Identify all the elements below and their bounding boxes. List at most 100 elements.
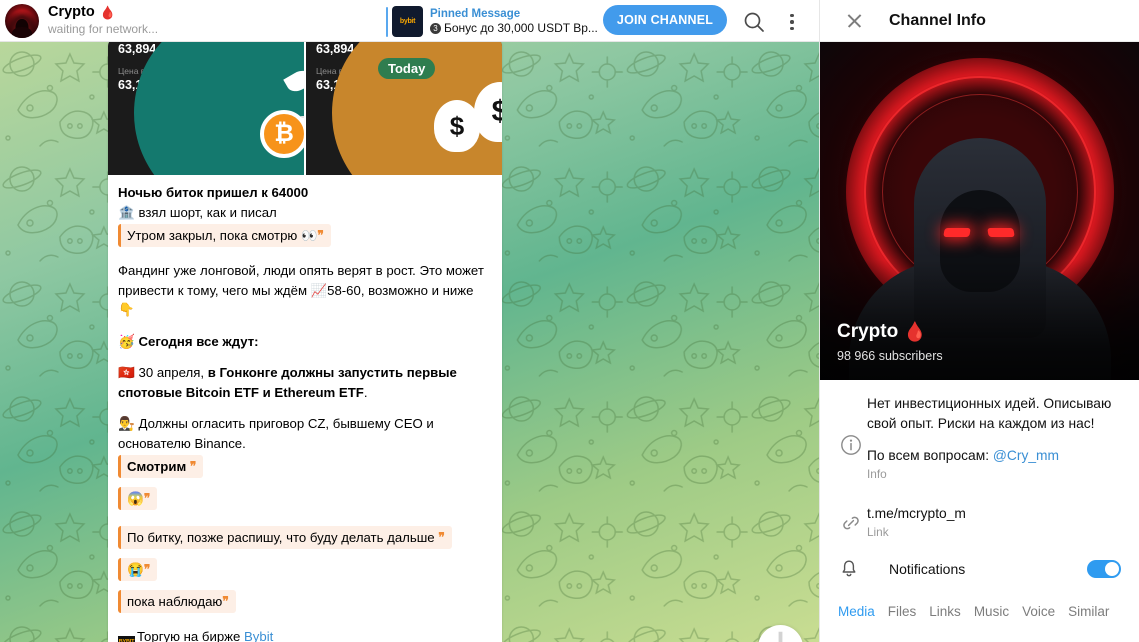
info-row-label: Info (867, 467, 887, 481)
message-short-line: 🏦 взял шорт, как и писал (118, 203, 492, 223)
message-title: Ночью биток пришел к 64000 (118, 185, 309, 200)
bullet-hk-date: 30 апреля, (138, 365, 205, 380)
media-card-1[interactable]: 63,894.50 Цена выхода 63,180.20 ₿ (108, 42, 304, 175)
join-channel-button[interactable]: JOIN CHANNEL (603, 5, 727, 35)
quote-btc-wrap: По битку, позже распишу, что буду делать… (118, 524, 492, 551)
hongkong-flag-icon: 🇭🇰 (118, 365, 135, 380)
bybit-logo-text: bybit (399, 18, 416, 25)
quote-observe-wrap: пока наблюдаю❞ (118, 588, 492, 615)
message-bullet-cz: 👨‍⚖️ Должны огласить приговор CZ, бывшем… (118, 414, 492, 453)
judge-icon: 👨‍⚖️ (118, 416, 135, 431)
bullet-hk-period: . (363, 384, 368, 400)
scroll-to-bottom-button[interactable] (758, 625, 803, 642)
info-panel-tabs: Media Files Links Music Voice Similar (820, 590, 1139, 627)
info-row-link[interactable]: t.me/mcrypto_m Link (820, 490, 1139, 548)
contact-username-link[interactable]: @Cry_mm (993, 448, 1059, 463)
message-bubble[interactable]: 63,894.50 Цена выхода 63,180.20 ₿ 63,894… (108, 42, 502, 642)
avatar[interactable] (5, 3, 39, 38)
more-vertical-icon[interactable] (780, 9, 804, 35)
pinned-preview: Бонус до 30,000 USDT Вр... (444, 21, 598, 35)
quote-cry-wrap: 😭❞ (118, 556, 492, 583)
media-exit-label: Цена выхода (316, 66, 368, 76)
telegram-window: Crypto 🩸 waiting for network... bybit Pi… (0, 0, 1139, 642)
bank-icon: 🏦 (118, 204, 135, 220)
info-row-label: Link (867, 525, 889, 539)
quote-morning-text: Утром закрыл, пока смотрю 👀 (127, 228, 318, 243)
today-badge: Today (378, 58, 436, 79)
pinned-message[interactable]: bybit Pinned Message Бонус до 30,000 USD… (386, 3, 598, 40)
quote-mark-icon: ❞ (143, 491, 151, 505)
quote-mark-icon: ❞ (189, 459, 197, 473)
blood-drop-icon: 🩸 (99, 5, 116, 20)
notifications-label: Notifications (889, 561, 966, 577)
leaf-shape (283, 66, 304, 96)
info-panel-header: Channel Info (820, 0, 1139, 42)
search-icon[interactable] (741, 9, 767, 35)
message-media-group[interactable]: 63,894.50 Цена выхода 63,180.20 ₿ 63,894… (108, 42, 502, 175)
chat-header: Crypto 🩸 waiting for network... bybit Pi… (0, 0, 819, 42)
quote-observe[interactable]: пока наблюдаю❞ (118, 590, 236, 613)
channel-description: Нет инвестиционных идей. Описываю свой о… (867, 396, 1112, 431)
blood-drop-icon: 🩸 (903, 322, 927, 343)
message-body: Ночью биток пришел к 64000 🏦 взял шорт, … (108, 175, 502, 642)
info-panel-title: Channel Info (889, 11, 986, 29)
quote-morning[interactable]: Утром закрыл, пока смотрю 👀❞ (118, 224, 331, 247)
channel-info-panel: Channel Info Crypto 🩸 98 966 subscribers (819, 0, 1139, 642)
tab-files[interactable]: Files (888, 600, 930, 627)
pinned-title: Pinned Message (430, 8, 521, 20)
tab-similar[interactable]: Similar (1068, 600, 1122, 627)
message-bullet-hk: 🇭🇰 30 апреля, в Гонконге должны запустит… (118, 363, 492, 402)
quote-btc[interactable]: По битку, позже распишу, что буду делать… (118, 526, 452, 549)
quote-mark-icon: ❞ (222, 594, 229, 608)
cover-channel-name-row: Crypto 🩸 (837, 320, 927, 344)
subscriber-count: 98 966 subscribers (837, 349, 943, 363)
info-row-description[interactable]: Нет инвестиционных идей. Описываю свой о… (820, 380, 1139, 490)
info-icon (838, 430, 864, 456)
bybit-link[interactable]: Bybit (244, 629, 273, 642)
quote-mark-icon: ❞ (438, 530, 445, 544)
tab-media[interactable]: Media (838, 600, 888, 627)
quote-mark-icon: ❞ (143, 562, 151, 576)
chat-name-row: Crypto 🩸 (48, 4, 158, 21)
media-exit-label: Цена выхода (118, 66, 170, 76)
media-price-top: 63,894.50 (316, 42, 372, 56)
quote-morning-wrap: Утром закрыл, пока смотрю 👀❞ (118, 222, 492, 249)
chat-title-block[interactable]: Crypto 🩸 waiting for network... (48, 4, 158, 37)
shocked-face-icon: 😱 (127, 491, 144, 506)
channel-cover-image[interactable]: Crypto 🩸 98 966 subscribers (820, 42, 1139, 380)
quote-mark-icon: ❞ (317, 228, 324, 242)
link-icon (838, 508, 864, 534)
tab-voice[interactable]: Voice (1022, 600, 1068, 627)
media-card-2[interactable]: 63,894.50 Цена выхода 63,180.20 Today $ … (306, 42, 502, 175)
bitcoin-coin-icon: ₿ (260, 110, 304, 158)
chat-wallpaper: 63,894.50 Цена выхода 63,180.20 ₿ 63,894… (0, 42, 819, 642)
quote-watching-text: Смотрим (127, 459, 187, 474)
bullet-cz-text: Должны огласить приговор CZ, бывшему CEO… (118, 416, 434, 451)
message-funding-paragraph: Фандинг уже лонговой, люди опять верят в… (118, 263, 484, 317)
notifications-row[interactable]: Notifications (820, 548, 1139, 590)
connection-status: waiting for network... (48, 22, 159, 36)
quote-watching-wrap: Смотрим ❞ (118, 453, 492, 480)
quote-shock[interactable]: 😱❞ (118, 487, 158, 510)
media-price-top: 63,894.50 (118, 42, 174, 56)
cover-channel-name: Crypto (837, 321, 899, 342)
quote-watching[interactable]: Смотрим ❞ (118, 455, 204, 478)
bybit-icon: BYBIT (118, 635, 135, 642)
crying-face-icon: 😭 (127, 562, 144, 577)
notifications-toggle[interactable] (1087, 560, 1121, 578)
tab-music[interactable]: Music (974, 600, 1022, 627)
channel-link[interactable]: t.me/mcrypto_m (867, 504, 966, 524)
quote-cry[interactable]: 😭❞ (118, 558, 158, 581)
tab-links[interactable]: Links (929, 600, 974, 627)
message-short-text: взял шорт, как и писал (138, 204, 277, 220)
contact-line: По всем вопросам: @Cry_mm (867, 446, 1121, 466)
close-icon[interactable] (842, 8, 868, 34)
bell-icon (838, 558, 860, 580)
pinned-texts: Pinned Message Бонус до 30,000 USDT Вр..… (430, 7, 598, 36)
chat-column: Crypto 🩸 waiting for network... bybit Pi… (0, 0, 819, 642)
